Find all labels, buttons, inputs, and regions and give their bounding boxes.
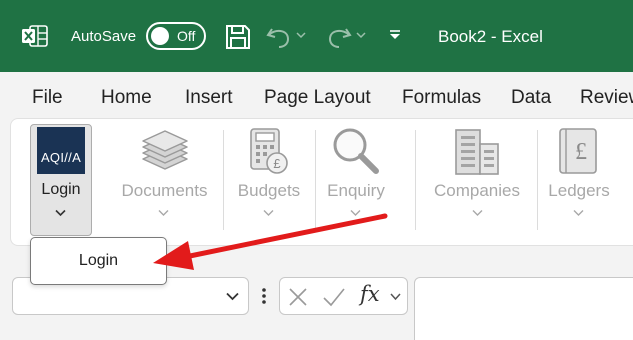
login-menu-item[interactable]: Login xyxy=(31,238,166,284)
document-title: Book2 - Excel xyxy=(438,27,543,46)
enter-check-icon[interactable] xyxy=(322,287,346,307)
enquiry-button-label[interactable]: Enquiry xyxy=(318,181,394,201)
menu-data[interactable]: Data xyxy=(511,87,551,109)
autosave-label: AutoSave xyxy=(71,28,137,45)
customize-quick-access-icon[interactable] xyxy=(388,28,402,42)
chevron-down-icon xyxy=(472,210,483,216)
redo-dropdown-chevron-icon[interactable] xyxy=(356,30,366,40)
ledger-pound-icon: £ xyxy=(559,128,597,174)
magnifier-icon xyxy=(333,128,379,174)
svg-text:£: £ xyxy=(575,139,587,165)
menu-home[interactable]: Home xyxy=(101,87,152,109)
title-bar: AutoSave Off Book2 - Excel xyxy=(0,0,633,72)
autosave-toggle[interactable]: Off xyxy=(146,22,206,50)
svg-text:£: £ xyxy=(273,156,281,171)
aqilla-logo-text: AQI//A xyxy=(40,150,82,165)
ledgers-button-label[interactable]: Ledgers xyxy=(541,181,617,201)
autosave-state-label: Off xyxy=(177,28,196,44)
excel-logo-icon xyxy=(22,25,48,47)
annotation-arrow xyxy=(153,213,388,270)
chevron-down-icon[interactable] xyxy=(390,292,401,301)
name-box-chevron-down-icon[interactable] xyxy=(226,292,239,301)
menu-review[interactable]: Review xyxy=(580,87,633,109)
toggle-knob xyxy=(151,27,169,45)
menu-file[interactable]: File xyxy=(32,87,63,109)
documents-stack-icon xyxy=(142,130,188,170)
documents-button-label[interactable]: Documents xyxy=(113,181,216,201)
companies-button-label[interactable]: Companies xyxy=(428,181,526,201)
insert-function-button[interactable]: fx xyxy=(360,282,380,306)
undo-icon[interactable] xyxy=(266,25,292,49)
formula-input[interactable] xyxy=(414,277,633,340)
chevron-down-icon xyxy=(55,209,66,217)
menu-page-layout[interactable]: Page Layout xyxy=(264,87,371,109)
menu-formulas[interactable]: Formulas xyxy=(402,87,481,109)
buildings-icon xyxy=(455,129,499,175)
ribbon-separator xyxy=(415,130,416,230)
menu-insert[interactable]: Insert xyxy=(185,87,233,109)
login-dropdown-menu: Login xyxy=(30,237,167,285)
cancel-x-icon[interactable] xyxy=(288,287,308,307)
redo-icon[interactable] xyxy=(326,25,352,49)
login-button-label: Login xyxy=(41,181,81,198)
ribbon-separator xyxy=(537,130,538,230)
menu-bar: File Home Insert Page Layout Formulas Da… xyxy=(0,72,633,118)
budgets-button-label[interactable]: Budgets xyxy=(229,181,309,201)
more-options-icon[interactable] xyxy=(262,288,266,304)
save-icon[interactable] xyxy=(225,24,251,50)
undo-dropdown-chevron-icon[interactable] xyxy=(296,30,306,40)
calculator-pound-icon: £ xyxy=(250,128,288,174)
chevron-down-icon xyxy=(573,210,584,216)
